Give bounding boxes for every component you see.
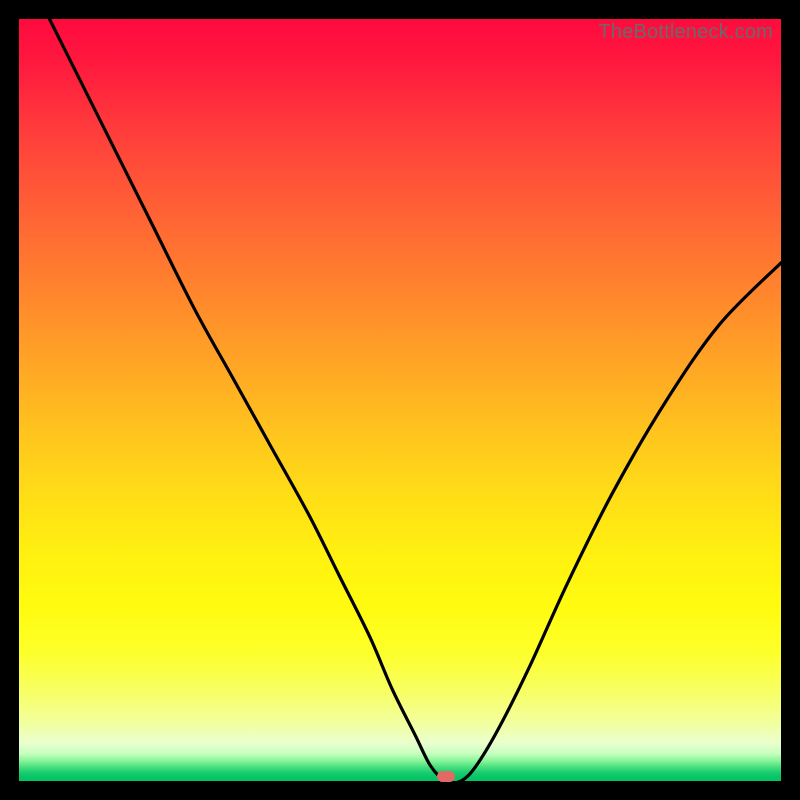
bottleneck-curve xyxy=(19,19,781,781)
optimal-point-marker xyxy=(437,771,455,782)
chart-frame: TheBottleneck.com xyxy=(0,0,800,800)
plot-area: TheBottleneck.com xyxy=(19,19,781,781)
